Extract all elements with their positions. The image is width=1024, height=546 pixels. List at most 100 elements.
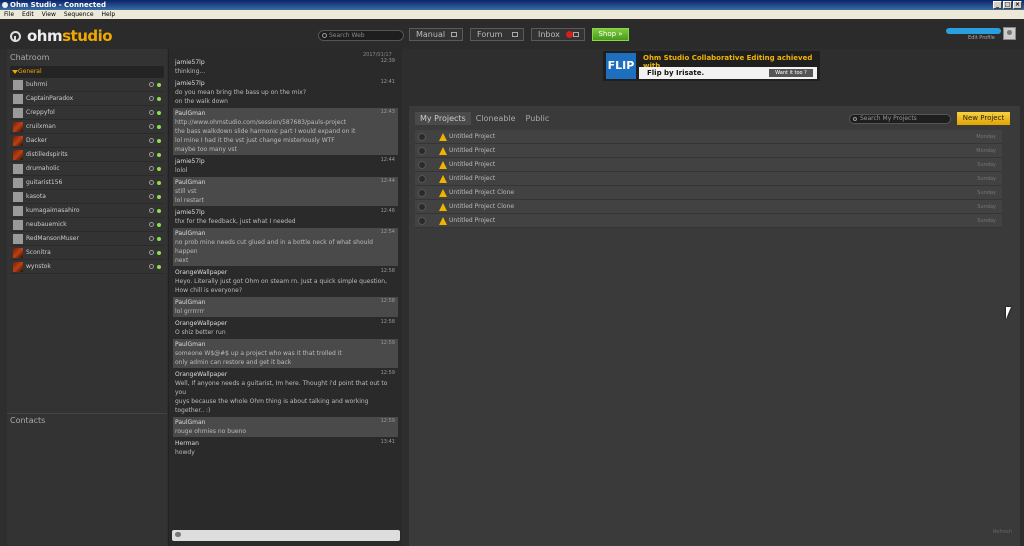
edit-profile-link[interactable]: Edit Profile [968, 35, 995, 41]
search-projects-input[interactable]: Search My Projects [849, 114, 951, 124]
close-button[interactable]: × [1013, 1, 1022, 9]
message-author[interactable]: PaulGman [175, 178, 396, 187]
user-list-item[interactable]: guitarist156 [10, 176, 164, 190]
gear-icon[interactable] [149, 180, 154, 185]
user-list-item[interactable]: RedMansonMuser [10, 232, 164, 246]
chat-message: jamie57lp 12:41 do you mean bring the bass… [173, 78, 398, 107]
project-row[interactable]: Untitled Project Monday [415, 144, 1002, 158]
message-author[interactable]: PaulGman [175, 109, 396, 118]
project-row[interactable]: Untitled Project Clone Sunday [415, 200, 1002, 214]
manual-label: Manual [416, 30, 446, 39]
gear-icon[interactable] [149, 208, 154, 213]
gear-icon[interactable] [149, 82, 154, 87]
maximize-button[interactable]: □ [1003, 1, 1012, 9]
menu-file[interactable]: File [4, 10, 14, 19]
message-author[interactable]: OrangeWallpaper [175, 268, 396, 277]
online-status-icon [157, 111, 161, 115]
minimize-button[interactable]: _ [993, 1, 1002, 9]
message-author[interactable]: jamie57lp [175, 157, 396, 166]
message-author[interactable]: Herman [175, 439, 396, 448]
message-author[interactable]: PaulGman [175, 340, 396, 349]
header: ohmstudio Search Web Manual Forum Inbox … [0, 19, 1024, 49]
contacts-title[interactable]: Contacts [10, 416, 45, 425]
message-author[interactable]: jamie57lp [175, 58, 396, 67]
tab-my-projects[interactable]: My Projects [415, 112, 471, 125]
message-text: maybe too many vst [175, 146, 237, 153]
gear-icon[interactable] [149, 124, 154, 129]
shop-button[interactable]: Shop » [592, 28, 629, 41]
online-status-icon [157, 223, 161, 227]
user-list-item[interactable]: wynstok [10, 260, 164, 274]
new-project-button[interactable]: New Project [957, 112, 1010, 125]
message-author[interactable]: PaulGman [175, 298, 396, 307]
user-list-item[interactable]: drumaholic [10, 162, 164, 176]
project-name[interactable]: Untitled Project Clone [449, 200, 514, 214]
gear-icon[interactable] [149, 222, 154, 227]
project-row[interactable]: Untitled Project Sunday [415, 172, 1002, 186]
tab-cloneable[interactable]: Cloneable [471, 112, 521, 125]
menu-sequence[interactable]: Sequence [64, 10, 94, 19]
project-name[interactable]: Untitled Project [449, 172, 495, 186]
gear-icon[interactable] [149, 96, 154, 101]
user-list-item[interactable]: kumagaimasahiro [10, 204, 164, 218]
want-it-button[interactable]: Want it too ? [769, 69, 813, 77]
menu-edit[interactable]: Edit [22, 10, 34, 19]
banner-subline: Flip by Irisate. Want it too ? [639, 67, 817, 79]
message-author[interactable]: jamie57lp [175, 79, 396, 88]
project-row[interactable]: Untitled Project Clone Sunday [415, 186, 1002, 200]
message-author[interactable]: PaulGman [175, 418, 396, 427]
gear-icon[interactable] [149, 166, 154, 171]
forum-button[interactable]: Forum [470, 28, 524, 41]
inbox-label: Inbox [538, 30, 560, 39]
user-list-item[interactable]: Sconitra [10, 246, 164, 260]
gear-icon[interactable] [149, 138, 154, 143]
gear-icon[interactable] [149, 110, 154, 115]
message-author[interactable]: PaulGman [175, 229, 396, 238]
user-name: Creppyfol [26, 109, 55, 116]
online-status-icon [157, 237, 161, 241]
project-name[interactable]: Untitled Project [449, 130, 495, 144]
project-date: Monday [976, 134, 996, 140]
gear-icon[interactable] [149, 250, 154, 255]
group-general[interactable]: General [10, 66, 164, 78]
chat-message: PaulGman 12:43 http://www.ohmstudio.com/se… [173, 108, 398, 155]
project-row[interactable]: Untitled Project Monday [415, 130, 1002, 144]
gear-icon[interactable] [149, 194, 154, 199]
gear-icon[interactable] [149, 152, 154, 157]
project-name[interactable]: Untitled Project [449, 158, 495, 172]
user-list-item[interactable]: buhrmi [10, 78, 164, 92]
project-row[interactable]: Untitled Project Sunday [415, 158, 1002, 172]
menu-help[interactable]: Help [102, 10, 116, 19]
profile-progress-bar[interactable] [946, 28, 1001, 34]
search-web-input[interactable]: Search Web [318, 30, 404, 41]
user-list-item[interactable]: Creppyfol [10, 106, 164, 120]
user-list-item[interactable]: cruilxman [10, 120, 164, 134]
online-status-icon [157, 195, 161, 199]
avatar [13, 261, 23, 272]
message-author[interactable]: jamie57lp [175, 208, 396, 217]
user-list-item[interactable]: neubauemick [10, 218, 164, 232]
menu-view[interactable]: View [42, 10, 56, 19]
project-name[interactable]: Untitled Project [449, 214, 495, 228]
inbox-button[interactable]: Inbox [531, 28, 585, 41]
refresh-link[interactable]: Refresh [993, 529, 1012, 535]
chat-input[interactable] [172, 530, 400, 541]
user-list-item[interactable]: Dacker [10, 134, 164, 148]
project-row[interactable]: Untitled Project Sunday [415, 214, 1002, 228]
user-list-item[interactable]: kasota [10, 190, 164, 204]
message-author[interactable]: OrangeWallpaper [175, 370, 396, 379]
gear-icon[interactable] [149, 264, 154, 269]
message-text: someone W$@#$ up a project who was it th… [175, 350, 342, 357]
user-avatar[interactable] [1003, 27, 1016, 40]
project-name[interactable]: Untitled Project Clone [449, 186, 514, 200]
manual-button[interactable]: Manual [409, 28, 463, 41]
message-text: lol mine I had it the vst just change mi… [175, 137, 335, 144]
project-name[interactable]: Untitled Project [449, 144, 495, 158]
user-list-item[interactable]: CaptainParadox [10, 92, 164, 106]
user-name: Sconitra [26, 249, 51, 256]
tab-public[interactable]: Public [521, 112, 555, 125]
message-author[interactable]: OrangeWallpaper [175, 319, 396, 328]
gear-icon[interactable] [149, 236, 154, 241]
avatar [13, 247, 23, 258]
user-list-item[interactable]: distilledspirits [10, 148, 164, 162]
